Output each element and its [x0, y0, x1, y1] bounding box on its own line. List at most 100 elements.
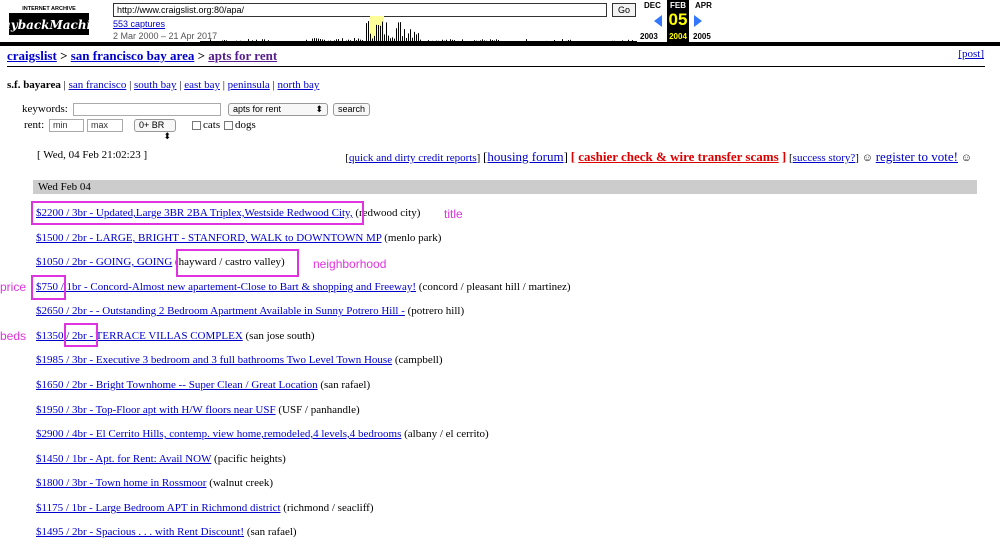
rent-label: rent:	[24, 119, 45, 131]
current-year: 2004	[669, 32, 687, 41]
rent-max-input[interactable]: max	[87, 119, 123, 132]
prev-month[interactable]: DEC	[644, 1, 661, 10]
listing-link[interactable]: $1985 / 3br - Executive 3 bedroom and 3 …	[36, 354, 392, 366]
listing-area: (campbell)	[394, 354, 443, 366]
listing-row: $1495 / 2br - Spacious . . . with Rent D…	[36, 526, 297, 538]
listing-row: $1800 / 3br - Town home in Rossmoor (wal…	[36, 477, 273, 489]
price-annotation-box	[31, 275, 66, 300]
wayback-url-input[interactable]: http://www.craigslist.org:80/apa/	[113, 3, 607, 17]
listing-link[interactable]: $2900 / 4br - El Cerrito Hills, contemp.…	[36, 428, 401, 440]
listing-area: (USF / panhandle)	[278, 404, 360, 416]
bedrooms-select[interactable]: 0+ BR ⬍	[134, 119, 176, 141]
scam-warning-link[interactable]: cashier check & wire transfer scams	[578, 149, 778, 164]
listing-area: (pacific heights)	[214, 453, 286, 465]
breadcrumb-sep: >	[60, 48, 68, 63]
search-button[interactable]: search	[333, 103, 371, 116]
wayback-go-button[interactable]: Go	[612, 3, 636, 17]
dogs-label: dogs	[235, 119, 256, 131]
listing-area: (potrero hill)	[407, 305, 465, 317]
listing-row: $1175 / 1br - Large Bedroom APT in Richm…	[36, 502, 374, 514]
logo-top-text: INTERNET ARCHIVE	[22, 6, 76, 12]
category-select-value: apts for rent	[233, 104, 282, 114]
wayback-logo[interactable]: INTERNET ARCHIVE WaybackMachine	[8, 3, 90, 37]
listing-link[interactable]: $1500 / 2br - LARGE, BRIGHT - STANFORD, …	[36, 232, 382, 244]
day-header: Wed Feb 04	[33, 180, 977, 194]
beds-annotation-box	[64, 323, 98, 347]
breadcrumb-craigslist[interactable]: craigslist	[7, 48, 57, 63]
wayback-calendar-nav: DEC FEB 05 2004 APR 2003 2005	[640, 0, 716, 44]
listing-row: $1650 / 2br - Bright Townhome -- Super C…	[36, 379, 370, 391]
success-story-link[interactable]: success story?	[793, 152, 856, 164]
next-year[interactable]: 2005	[693, 32, 711, 41]
listing-row: $750 / 1br - Concord-Almost new aparteme…	[36, 281, 571, 293]
breadcrumb-section[interactable]: apts for rent	[208, 48, 277, 63]
neighborhood-annotation-box	[176, 249, 299, 277]
register-vote-link[interactable]: register to vote!	[876, 149, 958, 164]
toolbar-divider	[0, 42, 1000, 46]
keywords-input[interactable]	[73, 103, 221, 116]
area-link-northbay[interactable]: north bay	[278, 79, 320, 91]
listing-row: $2900 / 4br - El Cerrito Hills, contemp.…	[36, 428, 489, 440]
listing-link[interactable]: $1800 / 3br - Town home in Rossmoor	[36, 477, 206, 489]
listing-area: (concord / pleasant hill / martinez)	[418, 281, 571, 293]
wayback-toolbar: INTERNET ARCHIVE WaybackMachine http://w…	[0, 0, 1000, 46]
cats-checkbox[interactable]	[192, 121, 201, 130]
timestamp: [ Wed, 04 Feb 21:02:23 ]	[37, 149, 148, 161]
listing-link[interactable]: $1450 / 1br - Apt. for Rent: Avail NOW	[36, 453, 211, 465]
area-link-southbay[interactable]: south bay	[134, 79, 176, 91]
area-link-eastbay[interactable]: east bay	[184, 79, 220, 91]
listing-link[interactable]: $1650 / 2br - Bright Townhome -- Super C…	[36, 379, 318, 391]
listing-link[interactable]: $750 / 1br - Concord-Almost new aparteme…	[36, 281, 416, 293]
title-annotation-label: title	[444, 207, 463, 221]
current-day: 05	[668, 10, 688, 29]
prev-year[interactable]: 2003	[640, 32, 658, 41]
listing-link[interactable]: $1175 / 1br - Large Bedroom APT in Richm…	[36, 502, 281, 514]
listing-area: (albany / el cerrito)	[404, 428, 489, 440]
listing-row: $1500 / 2br - LARGE, BRIGHT - STANFORD, …	[36, 232, 441, 244]
post-link[interactable]: [post]	[958, 48, 984, 60]
smiley-icon: ☺	[861, 152, 873, 164]
prev-capture-arrow-icon[interactable]	[654, 15, 662, 27]
listing-area: (richmond / seacliff)	[283, 502, 374, 514]
breadcrumb-sep: >	[197, 48, 206, 63]
rent-min-input[interactable]: min	[49, 119, 84, 132]
listing-area: (menlo park)	[384, 232, 442, 244]
listing-area: (redwood city)	[355, 207, 421, 219]
breadcrumb-area[interactable]: san francisco bay area	[71, 48, 195, 63]
listing-area: (san rafael)	[246, 526, 297, 538]
select-arrow-icon: ⬍	[315, 104, 323, 114]
listing-row: $1450 / 1br - Apt. for Rent: Avail NOW (…	[36, 453, 286, 465]
listing-link[interactable]: $2650 / 2br - - Outstanding 2 Bedroom Ap…	[36, 305, 405, 317]
next-month[interactable]: APR	[695, 1, 712, 10]
category-select[interactable]: apts for rent ⬍	[228, 103, 328, 116]
listing-link[interactable]: $1050 / 2br - GOING, GOING	[36, 256, 172, 268]
capture-sparkline[interactable]	[200, 16, 637, 42]
listing-area: (walnut creek)	[209, 477, 274, 489]
keywords-label: keywords:	[22, 103, 68, 115]
listing-row: $2650 / 2br - - Outstanding 2 Bedroom Ap…	[36, 305, 464, 317]
area-link-peninsula[interactable]: peninsula	[228, 79, 270, 91]
price-annotation-label: price	[0, 280, 27, 294]
next-capture-arrow-icon[interactable]	[694, 15, 702, 27]
select-arrow-icon: ⬍	[163, 131, 171, 141]
bedrooms-select-value: 0+ BR	[139, 120, 165, 130]
breadcrumb: craigslist > san francisco bay area > ap…	[7, 48, 277, 64]
cats-label: cats	[203, 119, 221, 131]
listing-area: (san rafael)	[320, 379, 371, 391]
listing-link[interactable]: $1950 / 3br - Top-Floor apt with H/W flo…	[36, 404, 276, 416]
logo-main-text: WaybackMachine	[8, 18, 90, 32]
area-current: s.f. bayarea	[7, 79, 61, 91]
listing-area: (san jose south)	[245, 330, 315, 342]
listing-row: $1950 / 3br - Top-Floor apt with H/W flo…	[36, 404, 360, 416]
credit-reports-link[interactable]: quick and dirty credit reports	[349, 152, 477, 164]
area-link-sf[interactable]: san francisco	[69, 79, 127, 91]
captures-link[interactable]: 553 captures	[113, 19, 165, 29]
area-nav: s.f. bayarea | san francisco | south bay…	[7, 79, 320, 91]
header-rule	[7, 66, 985, 67]
dogs-checkbox[interactable]	[224, 121, 233, 130]
promo-links: [quick and dirty credit reports] [housin…	[345, 149, 972, 164]
listing-link[interactable]: $1495 / 2br - Spacious . . . with Rent D…	[36, 526, 244, 538]
current-month: FEB	[670, 1, 686, 10]
smiley-icon: ☺	[960, 152, 972, 164]
housing-forum-link[interactable]: housing forum	[487, 149, 563, 164]
